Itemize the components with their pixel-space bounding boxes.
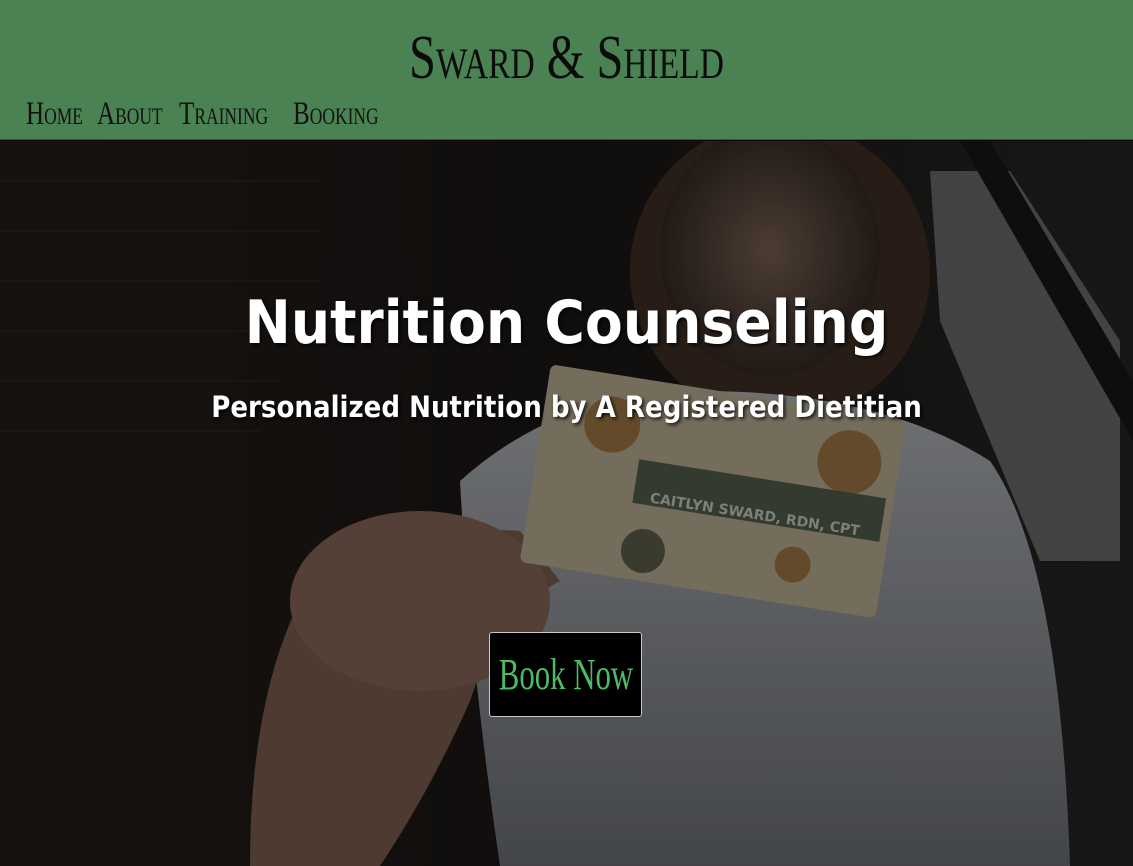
book-now-label: Book Now <box>498 649 633 699</box>
main-nav: Home About Training Booking <box>26 94 383 134</box>
hero-subheading: Personalized Nutrition by A Registered D… <box>211 390 922 424</box>
hero-heading: Nutrition Counseling <box>244 288 889 358</box>
nav-booking-link[interactable]: Booking <box>293 94 379 134</box>
hero-dark-overlay <box>0 141 1133 866</box>
nav-home-link[interactable]: Home <box>26 94 83 134</box>
nav-about-link[interactable]: About <box>97 94 163 134</box>
site-header: Sward & Shield Home About Training Booki… <box>0 0 1133 140</box>
nav-training-link[interactable]: Training <box>179 94 268 134</box>
book-now-button[interactable]: Book Now <box>489 632 642 717</box>
site-title[interactable]: Sward & Shield <box>125 22 1009 94</box>
hero-section: CAITLYN SWARD, RDN, CPT Nutrition Counse… <box>0 141 1133 866</box>
